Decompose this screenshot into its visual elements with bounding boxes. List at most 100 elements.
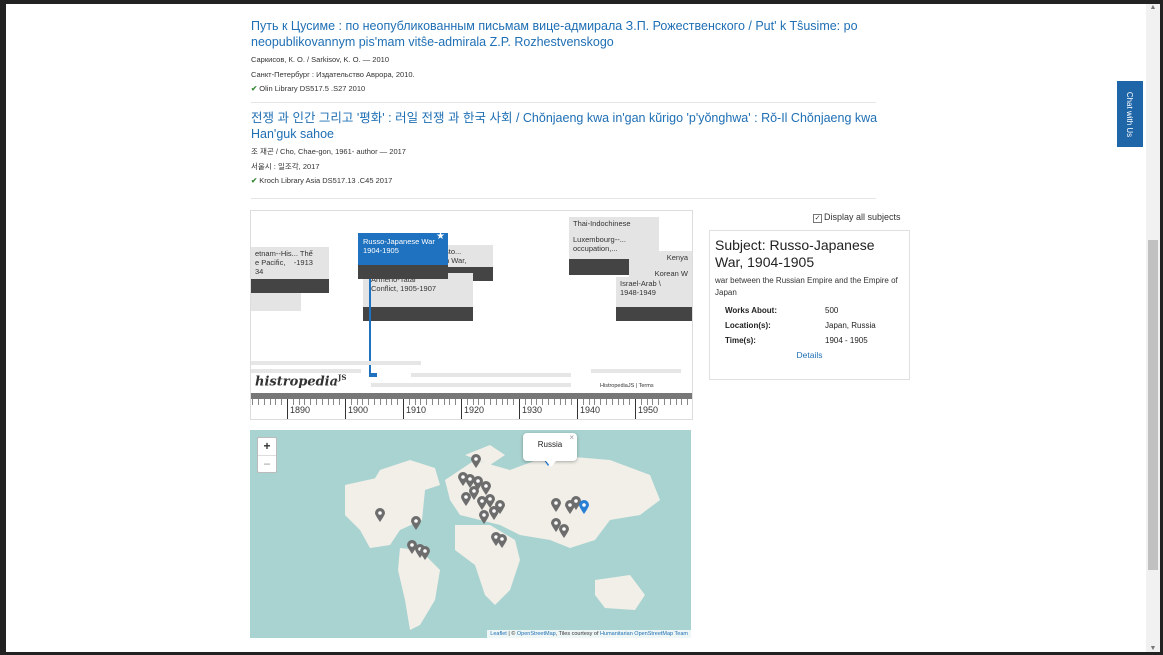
axis-tick: [385, 399, 387, 405]
result-item: Путь к Цусиме : по неопубликованным пись…: [251, 18, 891, 93]
axis-tick: [490, 399, 491, 405]
map-marker[interactable]: [497, 534, 507, 548]
axis-tick: [548, 399, 549, 405]
axis-tick: [310, 399, 312, 405]
axis-tick: [513, 399, 515, 405]
axis-tick: [281, 399, 283, 405]
map-attribution: Leaflet | © OpenStreetMap, Tiles courtes…: [487, 630, 691, 638]
axis-tick: [606, 399, 607, 405]
osm-link[interactable]: OpenStreetMap: [517, 631, 556, 637]
chat-with-us-button[interactable]: Chat with Us: [1117, 81, 1143, 147]
details-link[interactable]: Details: [715, 350, 904, 360]
axis-tick: [635, 399, 636, 419]
axis-band: [251, 393, 692, 399]
location-text: Olin Library DS517.5 .S27 2010: [259, 84, 366, 93]
subject-row: Location(s): Japan, Russia: [725, 321, 876, 330]
axis-tick: [403, 399, 404, 419]
map-marker[interactable]: [495, 500, 505, 514]
popup-label: Russia: [537, 440, 563, 449]
histropedia-credit-link[interactable]: HistropediaJS | Terms: [600, 383, 654, 389]
axis-tick: [455, 399, 457, 405]
close-icon[interactable]: ×: [569, 430, 574, 450]
scroll-up-icon[interactable]: ▲: [1146, 4, 1160, 11]
timeline-event[interactable]: Israel-Arab \ 1948-1949: [616, 277, 692, 307]
map-marker[interactable]: [471, 454, 481, 468]
world-map[interactable]: + − Russia × Leaflet | © OpenStreetMap, …: [250, 430, 691, 638]
map-zoom-control: + −: [257, 437, 277, 473]
map-marker[interactable]: [420, 546, 430, 560]
axis-tick: [426, 399, 428, 405]
result-item: 전쟁 과 인간 그리고 '평화' : 러일 전쟁 과 한국 사회 / Chŏnj…: [251, 110, 891, 185]
timeline-bar: [371, 383, 571, 387]
axis-tick: [437, 399, 439, 405]
vertical-scrollbar[interactable]: ▲ ▼: [1146, 4, 1160, 652]
axis-tick: [577, 399, 578, 419]
subject-title: Subject: Russo-Japanese War, 1904-1905: [715, 237, 875, 270]
map-marker[interactable]: [375, 508, 385, 522]
axis-tick: [687, 399, 689, 405]
map-marker[interactable]: [559, 524, 569, 538]
timeline-axis[interactable]: 1890 1900 1910 1920 1930 1940 1950: [251, 391, 692, 419]
axis-tick: [327, 399, 329, 405]
timeline-event-bar: [301, 279, 329, 293]
axis-tick: [461, 399, 462, 419]
axis-tick: [269, 399, 271, 405]
scroll-down-icon[interactable]: ▼: [1146, 645, 1160, 652]
display-all-subjects-checkbox[interactable]: ✓ Display all subjects: [813, 212, 901, 223]
axis-tick: [681, 399, 683, 405]
hot-link[interactable]: Humanitarian OpenStreetMap Team: [600, 631, 688, 637]
timeline-event[interactable]: sto... n War,: [441, 245, 493, 267]
axis-tick: [501, 399, 503, 405]
result-location: ✔ Kroch Library Asia DS517.13 .C45 2017: [251, 176, 891, 185]
timeline-event[interactable]: etnam--His... Thế e Pacific, -1913 34: [251, 247, 329, 279]
leaflet-link[interactable]: Leaflet: [490, 631, 507, 637]
axis-tick: [374, 399, 375, 405]
divider: [251, 198, 876, 199]
axis-label: 1930: [522, 405, 543, 415]
result-publisher: Санкт-Петербург : Издательство Аврора, 2…: [251, 70, 415, 79]
subject-row: Time(s): 1904 - 1905: [725, 336, 868, 345]
timeline-event-bar: [616, 307, 692, 321]
timeline-widget[interactable]: etnam--His... Thế e Pacific, -1913 34 st…: [250, 210, 693, 420]
map-marker[interactable]: [479, 510, 489, 524]
axis-tick: [432, 399, 433, 405]
axis-tick: [565, 399, 567, 405]
map-marker-selected[interactable]: [579, 500, 589, 514]
result-title-link[interactable]: 전쟁 과 인간 그리고 '평화' : 러일 전쟁 과 한국 사회 / Chŏnj…: [251, 110, 891, 142]
timeline-event[interactable]: Kenya: [629, 251, 692, 267]
axis-tick: [484, 399, 486, 405]
axis-tick: [379, 399, 381, 405]
zoom-in-button[interactable]: +: [258, 438, 276, 455]
axis-tick: [600, 399, 602, 405]
map-marker[interactable]: [411, 516, 421, 530]
axis-tick: [495, 399, 497, 405]
subject-row: Works About: 500: [725, 306, 839, 315]
result-author: Саркисов, К. О. / Sarkisov, K. O. — 2010: [251, 55, 389, 64]
scrollbar-thumb[interactable]: [1148, 240, 1158, 570]
axis-tick: [263, 399, 265, 405]
axis-tick: [321, 399, 323, 405]
axis-tick: [252, 399, 254, 405]
timeline-event[interactable]: Thai-Indochinese: [569, 217, 659, 233]
axis-label: 1900: [348, 405, 369, 415]
axis-tick: [339, 399, 341, 405]
axis-tick: [658, 399, 660, 405]
map-marker[interactable]: [551, 498, 561, 512]
check-icon: ✔: [251, 84, 258, 93]
zoom-out-button[interactable]: −: [258, 455, 276, 473]
map-marker[interactable]: [481, 481, 491, 495]
axis-tick: [507, 399, 509, 405]
check-icon: ✔: [251, 176, 258, 185]
axis-label: 1940: [580, 405, 601, 415]
selected-timeline-event[interactable]: Russo-Japanese War 1904-1905: [358, 233, 448, 265]
axis-tick: [629, 399, 631, 405]
axis-label: 1920: [464, 405, 485, 415]
axis-tick: [617, 399, 619, 405]
result-title-link[interactable]: Путь к Цусиме : по неопубликованным пись…: [251, 18, 891, 50]
axis-tick: [287, 399, 288, 419]
axis-tick: [571, 399, 573, 405]
axis-tick: [258, 399, 259, 405]
star-icon: ★: [436, 231, 445, 242]
axis-tick: [553, 399, 555, 405]
axis-tick: [391, 399, 393, 405]
